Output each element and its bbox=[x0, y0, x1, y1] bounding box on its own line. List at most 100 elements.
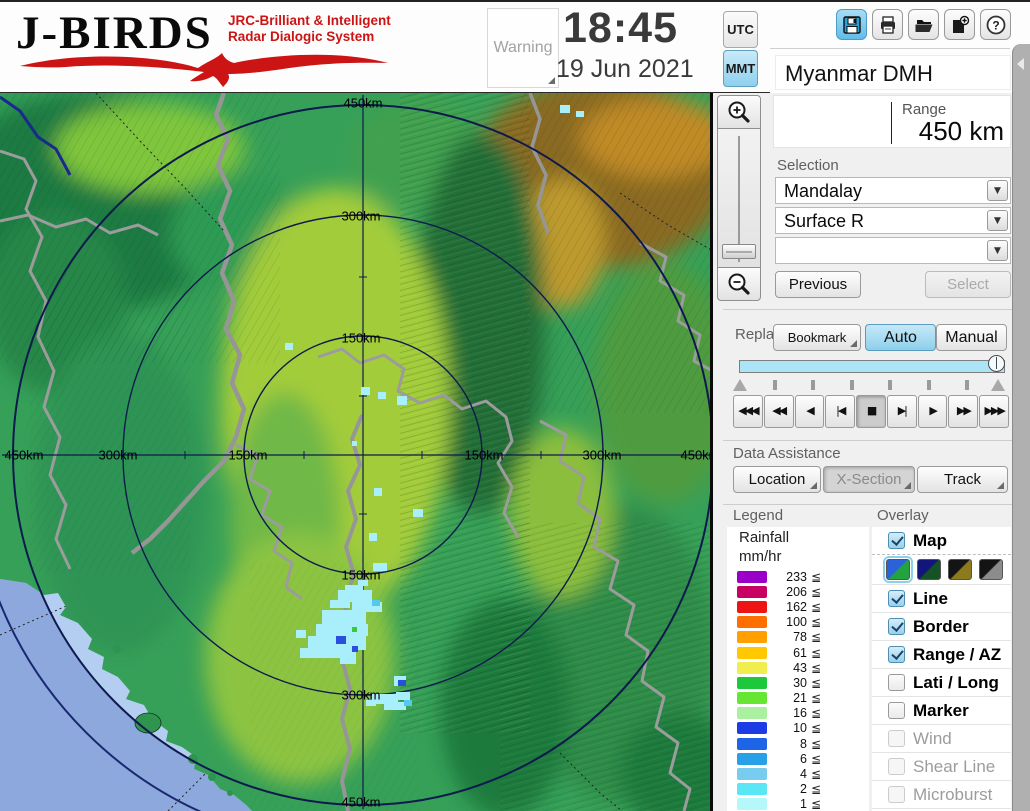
border-checkbox[interactable] bbox=[888, 618, 905, 635]
microburst-label: Microburst bbox=[913, 784, 993, 804]
legend-row: 16 ≦ bbox=[727, 706, 869, 721]
overlay-label: Overlay bbox=[877, 507, 929, 524]
stop-button[interactable]: ■ bbox=[856, 395, 886, 428]
chevron-down-icon[interactable]: ▼ bbox=[987, 240, 1008, 261]
product-dropdown[interactable]: Surface R ▼ bbox=[775, 207, 1011, 234]
marker-checkbox[interactable] bbox=[888, 702, 905, 719]
overlay-item-marker[interactable]: Marker bbox=[872, 697, 1011, 725]
warning-button[interactable]: Warning bbox=[487, 8, 559, 88]
option-dropdown[interactable]: ▼ bbox=[775, 237, 1011, 264]
slider-end-marker[interactable] bbox=[991, 379, 1005, 391]
legend-value: 6 bbox=[800, 751, 807, 766]
panel-collapse-handle[interactable] bbox=[1012, 44, 1030, 811]
replay-slider-track[interactable] bbox=[739, 360, 1005, 373]
overlay-item-map[interactable]: Map bbox=[872, 527, 1011, 555]
rain-echo-cell bbox=[369, 533, 377, 541]
lati-long-checkbox[interactable] bbox=[888, 674, 905, 691]
bookmark-button[interactable]: Bookmark bbox=[773, 324, 861, 351]
rain-echo-cell bbox=[372, 600, 380, 606]
less-equal-icon: ≦ bbox=[811, 706, 822, 721]
overlay-item-wind[interactable]: Wind bbox=[872, 725, 1011, 753]
legend-color-swatch bbox=[737, 600, 767, 613]
less-equal-icon: ≦ bbox=[811, 660, 822, 675]
site-dropdown[interactable]: Mandalay ▼ bbox=[775, 177, 1011, 204]
location-button[interactable]: Location bbox=[733, 466, 821, 493]
less-equal-icon: ≦ bbox=[811, 736, 822, 751]
range-label-450km: 450km bbox=[341, 794, 381, 810]
map-style-dark-blue[interactable] bbox=[917, 559, 941, 580]
zoom-slider-handle[interactable] bbox=[722, 244, 756, 259]
add-image-button[interactable] bbox=[944, 9, 975, 40]
fastest-rewind-button[interactable]: ◀◀◀ bbox=[733, 395, 763, 428]
zoom-slider-track[interactable] bbox=[722, 136, 756, 262]
microburst-checkbox bbox=[888, 786, 905, 803]
replay-slider-handle[interactable] bbox=[988, 355, 1005, 372]
control-panel: Range 450 km Selection Mandalay ▼ Surfac… bbox=[713, 93, 1030, 811]
utc-button[interactable]: UTC bbox=[723, 11, 758, 48]
save-button[interactable] bbox=[836, 9, 867, 40]
overlay-item-lati-long[interactable]: Lati / Long bbox=[872, 669, 1011, 697]
overlay-item-border[interactable]: Border bbox=[872, 613, 1011, 641]
fast-rewind-button[interactable]: ◀◀ bbox=[763, 395, 794, 428]
overlay-item-microburst[interactable]: Microburst bbox=[872, 781, 1011, 809]
range-az-checkbox[interactable] bbox=[888, 646, 905, 663]
track-button[interactable]: Track bbox=[917, 466, 1008, 493]
mmt-button[interactable]: MMT bbox=[723, 50, 758, 87]
slider-tick bbox=[927, 380, 931, 390]
overlay-item-range-az[interactable]: Range / AZ bbox=[872, 641, 1011, 669]
chevron-down-icon[interactable]: ▼ bbox=[987, 210, 1008, 231]
overlay-item-line[interactable]: Line bbox=[872, 585, 1011, 613]
legend-color-swatch bbox=[737, 676, 767, 689]
legend-color-swatch bbox=[737, 631, 767, 644]
legend-row: 21 ≦ bbox=[727, 691, 869, 706]
range-label-300km: 300km bbox=[582, 447, 622, 463]
zoom-in-button[interactable] bbox=[718, 96, 760, 129]
legend-row: 206 ≦ bbox=[727, 584, 869, 599]
map-style-olive[interactable] bbox=[948, 559, 972, 580]
print-button[interactable] bbox=[872, 9, 903, 40]
radar-map[interactable]: 450km 300km 150km 150km 300km 450km 450km 300km… bbox=[0, 93, 713, 811]
map-zoom-control bbox=[717, 95, 761, 301]
legend-value: 21 bbox=[793, 691, 807, 706]
step-back-button[interactable]: ◀ bbox=[794, 395, 825, 428]
x-section-button[interactable]: X-Section bbox=[823, 466, 915, 493]
legend-row: 2 ≦ bbox=[727, 782, 869, 797]
range-value: 450 km bbox=[918, 116, 1004, 146]
manual-mode-button[interactable]: Manual bbox=[936, 324, 1007, 351]
select-button[interactable]: Select bbox=[925, 271, 1011, 298]
less-equal-icon: ≦ bbox=[811, 584, 822, 599]
auto-mode-button[interactable]: Auto bbox=[865, 324, 936, 351]
legend-color-swatch bbox=[737, 752, 767, 765]
less-equal-icon: ≦ bbox=[811, 751, 822, 766]
map-checkbox[interactable] bbox=[888, 532, 905, 549]
fast-forward-button[interactable]: ▶▶ bbox=[948, 395, 979, 428]
map-style-color[interactable] bbox=[883, 556, 913, 583]
legend-value: 100 bbox=[786, 615, 807, 630]
chevron-down-icon[interactable]: ▼ bbox=[987, 180, 1008, 201]
map-style-gray[interactable] bbox=[979, 559, 1003, 580]
slider-start-marker[interactable] bbox=[733, 379, 747, 391]
skip-to-end-button[interactable]: ▶| bbox=[886, 395, 917, 428]
svg-text:?: ? bbox=[992, 18, 999, 32]
open-folder-button[interactable] bbox=[908, 9, 939, 40]
play-button[interactable]: ▶ bbox=[917, 395, 948, 428]
help-icon: ? bbox=[986, 15, 1005, 34]
legend-color-swatch bbox=[737, 692, 767, 705]
legend-value: 162 bbox=[786, 599, 807, 614]
rain-echo-cell bbox=[336, 636, 346, 644]
help-button[interactable]: ? bbox=[980, 9, 1011, 40]
range-divider bbox=[891, 102, 892, 144]
wind-checkbox bbox=[888, 730, 905, 747]
border-label: Border bbox=[913, 616, 969, 636]
range-label-150km: 150km bbox=[464, 447, 504, 463]
eagle-icon bbox=[20, 53, 388, 87]
previous-button[interactable]: Previous bbox=[775, 271, 861, 298]
legend-value: 206 bbox=[786, 584, 807, 599]
magnifier-minus-icon bbox=[728, 273, 750, 295]
line-checkbox[interactable] bbox=[888, 590, 905, 607]
zoom-out-button[interactable] bbox=[718, 267, 760, 300]
overlay-item-shear-line[interactable]: Shear Line bbox=[872, 753, 1011, 781]
fastest-forward-button[interactable]: ▶▶▶ bbox=[979, 395, 1010, 428]
clock-time: 18:45 bbox=[563, 4, 678, 52]
skip-to-start-button[interactable]: |◀ bbox=[825, 395, 856, 428]
